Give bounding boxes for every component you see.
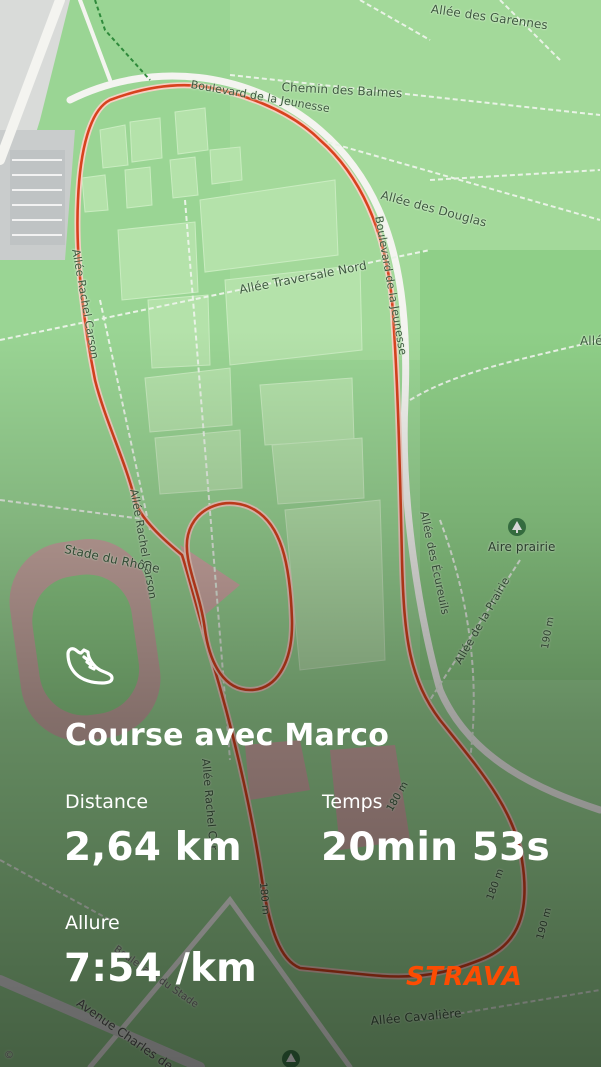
pace-value: 7:54 /km [64, 946, 258, 991]
distance-label: Distance [65, 791, 149, 813]
activity-share-card: Allée des Garennes Chemin des Balmes Bou… [0, 0, 601, 1067]
time-label: Temps [322, 791, 383, 813]
running-shoe-icon [62, 638, 116, 692]
activity-title: Course avec Marco [65, 718, 390, 753]
activity-stats: Course avec Marco Distance 2,64 km Temps… [0, 0, 601, 1067]
distance-value: 2,64 km [64, 825, 242, 870]
pace-label: Allure [65, 912, 120, 934]
time-value: 20min 53s [321, 825, 550, 870]
strava-logo: STRAVA [406, 962, 523, 992]
